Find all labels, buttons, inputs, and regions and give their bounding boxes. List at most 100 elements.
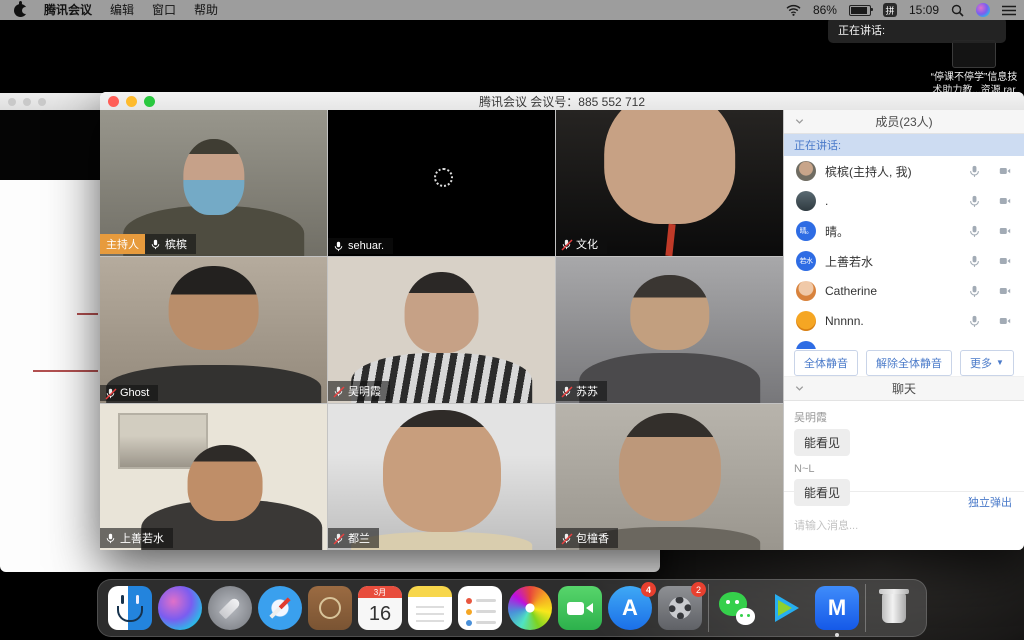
zoom-icon[interactable] <box>144 96 155 107</box>
camera-icon[interactable] <box>998 255 1012 267</box>
participant-name: sehuar. <box>348 240 384 252</box>
member-row[interactable]: 若水 上善若水 <box>784 246 1024 276</box>
chat-sender: 吴明霞 <box>794 409 1014 425</box>
meeting-titlebar[interactable]: 腾讯会议 会议号：885 552 712 <box>100 92 1024 111</box>
mic-muted-icon <box>333 533 344 544</box>
chat-sender: N~L <box>794 463 1014 475</box>
camera-icon[interactable] <box>998 285 1012 297</box>
tencent-meeting-icon[interactable]: M <box>815 586 859 630</box>
menu-clock[interactable]: 15:09 <box>909 3 939 17</box>
desktop-screen: 腾讯会议 编辑 窗口 帮助 86% 拼 15:09 <box>0 0 1024 640</box>
camera-icon[interactable] <box>998 225 1012 237</box>
video-tile-susu[interactable]: 苏苏 <box>556 257 783 403</box>
video-tile-shangshanruoshui[interactable]: 上善若水 <box>100 404 327 550</box>
avatar <box>796 281 816 301</box>
video-tile-binbin[interactable]: 主持人 槟槟 <box>100 110 327 256</box>
menu-window[interactable]: 窗口 <box>143 0 185 20</box>
member-row[interactable]: Catherine <box>784 276 1024 306</box>
trash-icon[interactable] <box>872 586 916 630</box>
menu-app-name[interactable]: 腾讯会议 <box>35 0 101 20</box>
inactive-zoom-icon[interactable] <box>38 98 46 106</box>
minimize-icon[interactable] <box>126 96 137 107</box>
member-row[interactable]: 槟槟(主持人, 我) <box>784 156 1024 186</box>
launchpad-icon[interactable] <box>208 586 252 630</box>
siri-icon[interactable] <box>158 586 202 630</box>
mic-muted-icon <box>333 386 344 397</box>
members-title: 成员(23人) <box>875 113 932 130</box>
video-tile-wenhua[interactable]: 文化 <box>556 110 783 256</box>
chat-messages: 吴明霞 能看见 N~L 能看见 <box>784 401 1024 491</box>
avatar <box>796 311 816 331</box>
participant-name: Ghost <box>120 387 149 399</box>
app-store-icon[interactable]: A 4 <box>608 586 652 630</box>
mic-icon[interactable] <box>968 285 981 298</box>
chevron-down-icon[interactable] <box>794 116 805 127</box>
calendar-icon[interactable]: 3月 16 <box>358 586 402 630</box>
camera-icon[interactable] <box>998 195 1012 207</box>
camera-icon[interactable] <box>998 165 1012 177</box>
mute-all-button[interactable]: 全体静音 <box>794 350 858 376</box>
chevron-down-icon[interactable] <box>794 383 805 394</box>
unmute-all-button[interactable]: 解除全体静音 <box>866 350 952 376</box>
close-icon[interactable] <box>108 96 119 107</box>
camera-icon[interactable] <box>998 315 1012 327</box>
video-tile-sehuar[interactable]: sehuar. <box>328 110 555 256</box>
wifi-icon[interactable] <box>786 4 801 16</box>
participant-video <box>187 445 262 521</box>
video-tile-baotongxiang[interactable]: 包橦香 <box>556 404 783 550</box>
notes-icon[interactable] <box>408 586 452 630</box>
apple-menu-icon[interactable] <box>14 4 27 17</box>
dock-separator <box>708 584 709 632</box>
participant-name: 包橦香 <box>576 530 609 546</box>
participant-name: 槟槟 <box>165 236 187 252</box>
mic-icon[interactable] <box>968 195 981 208</box>
member-actions: 全体静音 解除全体静音 更多▼ <box>784 349 1024 377</box>
more-button[interactable]: 更多▼ <box>960 350 1014 376</box>
popout-link[interactable]: 独立弹出 <box>968 494 1012 510</box>
member-row[interactable]: . <box>784 186 1024 216</box>
participant-video <box>382 410 500 533</box>
video-tile-dulan[interactable]: 都兰 <box>328 404 555 550</box>
member-row[interactable] <box>784 336 1024 349</box>
dock-separator <box>865 584 866 632</box>
safari-icon[interactable] <box>258 586 302 630</box>
menu-edit[interactable]: 编辑 <box>101 0 143 20</box>
inactive-close-icon[interactable] <box>8 98 16 106</box>
chat-title: 聊天 <box>892 380 916 397</box>
loading-spinner-icon <box>434 168 453 187</box>
chat-header[interactable]: 聊天 <box>784 377 1024 401</box>
member-row[interactable]: 晴。 晴。 <box>784 216 1024 246</box>
members-header[interactable]: 成员(23人) <box>784 110 1024 134</box>
input-method-icon[interactable]: 拼 <box>883 3 897 17</box>
document-red-line <box>33 370 98 372</box>
video-tile-ghost[interactable]: Ghost <box>100 257 327 403</box>
battery-icon[interactable] <box>849 5 871 16</box>
mic-icon[interactable] <box>968 315 981 328</box>
meeting-title: 腾讯会议 会议号：885 552 712 <box>479 93 645 110</box>
reminders-icon[interactable] <box>458 586 502 630</box>
photos-icon[interactable] <box>508 586 552 630</box>
menu-help[interactable]: 帮助 <box>185 0 227 20</box>
facetime-icon[interactable] <box>558 586 602 630</box>
tencent-video-icon[interactable] <box>765 586 809 630</box>
siri-menu-icon[interactable] <box>976 3 990 17</box>
participant-video <box>183 139 244 215</box>
inactive-minimize-icon[interactable] <box>23 98 31 106</box>
wechat-icon[interactable] <box>715 586 759 630</box>
system-preferences-icon[interactable]: 2 <box>658 586 702 630</box>
participant-video <box>604 110 736 224</box>
contacts-icon[interactable] <box>308 586 352 630</box>
mic-icon[interactable] <box>968 165 981 178</box>
desktop-file-icon[interactable] <box>952 40 996 68</box>
participant-name: 苏苏 <box>576 383 598 399</box>
mic-on-icon <box>105 533 116 544</box>
mic-icon[interactable] <box>968 255 981 268</box>
notification-center-icon[interactable] <box>1002 5 1016 16</box>
search-icon[interactable] <box>951 4 964 17</box>
finder-icon[interactable] <box>108 586 152 630</box>
chat-input[interactable] <box>784 512 1024 540</box>
mic-on-icon <box>333 241 344 252</box>
mic-icon[interactable] <box>968 225 981 238</box>
member-row[interactable]: Nnnnn. <box>784 306 1024 336</box>
video-tile-wumingxia[interactable]: 吴明霞 <box>328 257 555 403</box>
